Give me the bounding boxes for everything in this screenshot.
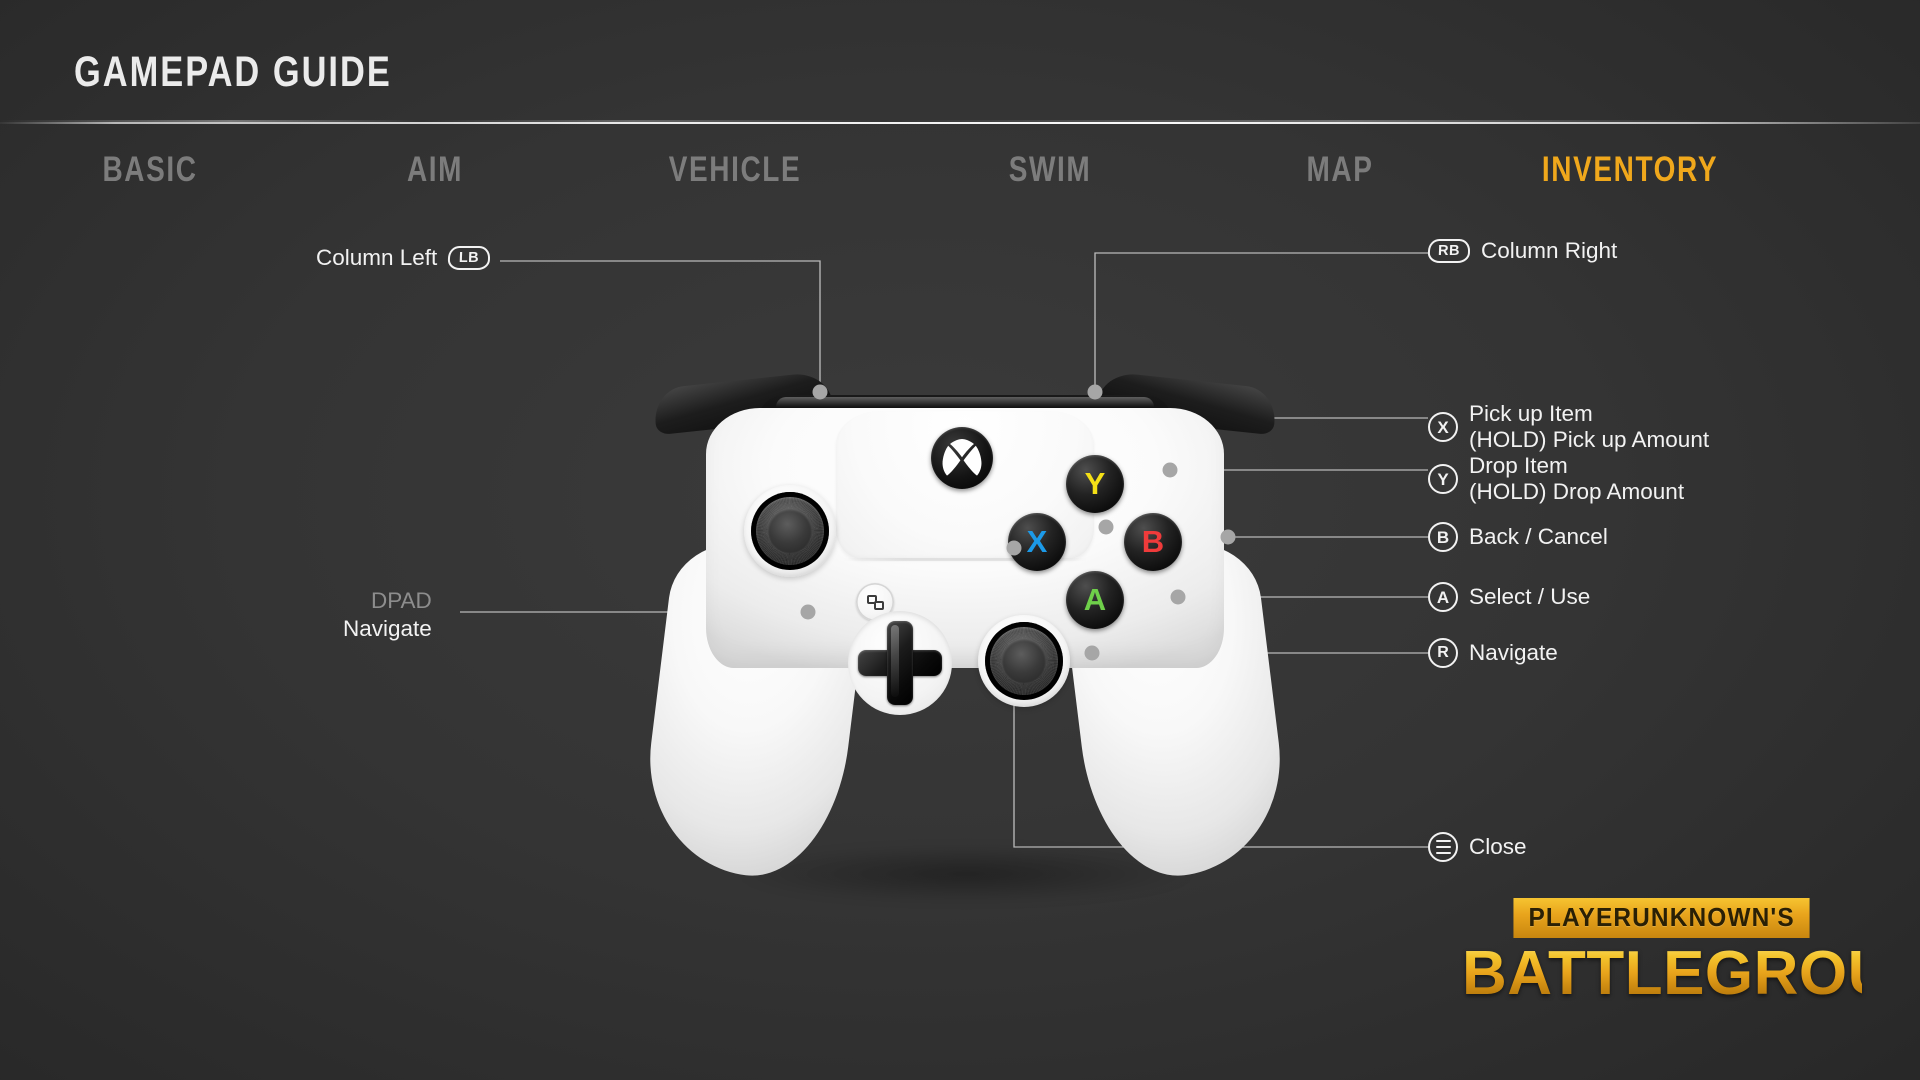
tab-basic[interactable]: BASIC xyxy=(30,150,270,190)
callout-drop-text: Drop Item (HOLD) Drop Amount xyxy=(1469,453,1684,505)
callout-back-cancel[interactable]: B Back / Cancel xyxy=(1428,522,1608,552)
button-y-badge-icon: Y xyxy=(1428,464,1458,494)
callout-dpad[interactable]: DPAD Navigate xyxy=(343,588,432,642)
tab-inventory[interactable]: INVENTORY xyxy=(1510,150,1750,190)
xbox-logo-icon[interactable] xyxy=(931,427,993,489)
page-title: GAMEPAD GUIDE xyxy=(74,48,392,96)
tab-aim[interactable]: AIM xyxy=(327,150,543,190)
gamepad-guide-screen: GAMEPAD GUIDE BASIC AIM VEHICLE SWIM MAP… xyxy=(0,0,1920,1080)
dpad-well xyxy=(848,611,952,715)
callout-pick-up-line2: (HOLD) Pick up Amount xyxy=(1469,427,1710,452)
right-stick-badge-icon: R xyxy=(1428,638,1458,668)
header-divider xyxy=(0,120,1920,124)
tab-map[interactable]: MAP xyxy=(1228,150,1452,190)
button-b-badge-icon: B xyxy=(1428,522,1458,552)
xbox-logo-glyph xyxy=(942,439,982,476)
callout-column-right[interactable]: RB Column Right xyxy=(1427,238,1618,264)
callout-drop-line2: (HOLD) Drop Amount xyxy=(1469,479,1685,504)
dpad-icon[interactable] xyxy=(858,621,942,705)
callout-navigate-stick[interactable]: R Navigate xyxy=(1428,638,1558,668)
tab-vehicle[interactable]: VEHICLE xyxy=(603,150,867,190)
right-analog-stick-icon[interactable] xyxy=(978,615,1070,707)
controller-top-gloss xyxy=(776,397,1154,407)
bumper-lb-icon: LB xyxy=(447,246,491,270)
controller-drop-shadow xyxy=(736,845,1196,903)
callout-column-left-label: Column Left xyxy=(316,245,438,270)
callout-drop-item[interactable]: Y Drop Item (HOLD) Drop Amount xyxy=(1428,453,1684,505)
button-x-badge-icon: X xyxy=(1428,412,1458,442)
controller-button-b[interactable]: B xyxy=(1124,513,1182,571)
xbox-controller-illustration: Y X B A xyxy=(636,370,1294,920)
controller-button-x[interactable]: X xyxy=(1008,513,1066,571)
tab-swim[interactable]: SWIM xyxy=(930,150,1170,190)
callout-back-label: Back / Cancel xyxy=(1469,524,1608,549)
button-a-badge-icon: A xyxy=(1428,582,1458,612)
callout-drop-line1: Drop Item xyxy=(1469,453,1568,478)
controller-button-y[interactable]: Y xyxy=(1066,455,1124,513)
pubg-logo-top-text: PLAYERUNKNOWN'S xyxy=(1513,898,1811,938)
right-stick-top xyxy=(990,627,1058,695)
callout-dpad-action: Navigate xyxy=(343,616,432,641)
left-stick-top xyxy=(756,497,824,565)
pubg-logo-bottom-text: BATTLEGROUNDS xyxy=(1462,939,1920,1008)
callout-pick-up-item[interactable]: X Pick up Item (HOLD) Pick up Amount xyxy=(1428,401,1709,453)
callout-column-left[interactable]: Column Left LB xyxy=(316,245,491,271)
callout-pick-up-text: Pick up Item (HOLD) Pick up Amount xyxy=(1469,401,1709,453)
callout-dpad-label: DPAD xyxy=(370,588,432,613)
view-glyph xyxy=(866,594,884,610)
callout-close[interactable]: Close xyxy=(1428,832,1527,862)
callout-select-use[interactable]: A Select / Use xyxy=(1428,582,1590,612)
hamburger-menu-icon xyxy=(1428,832,1458,862)
left-analog-stick-icon[interactable] xyxy=(744,485,836,577)
dpad-gloss xyxy=(891,625,899,697)
controller-button-a[interactable]: A xyxy=(1066,571,1124,629)
callout-column-right-label: Column Right xyxy=(1481,238,1618,263)
callout-navigate-label: Navigate xyxy=(1469,640,1558,665)
callout-pick-up-line1: Pick up Item xyxy=(1469,401,1593,426)
bumper-rb-icon: RB xyxy=(1427,239,1471,263)
callout-close-label: Close xyxy=(1469,834,1527,859)
callout-select-label: Select / Use xyxy=(1469,584,1591,609)
tab-bar: BASIC AIM VEHICLE SWIM MAP INVENTORY xyxy=(0,150,1780,190)
pubg-logo: PLAYERUNKNOWN'S BATTLEGROUNDS xyxy=(1462,898,1920,1008)
